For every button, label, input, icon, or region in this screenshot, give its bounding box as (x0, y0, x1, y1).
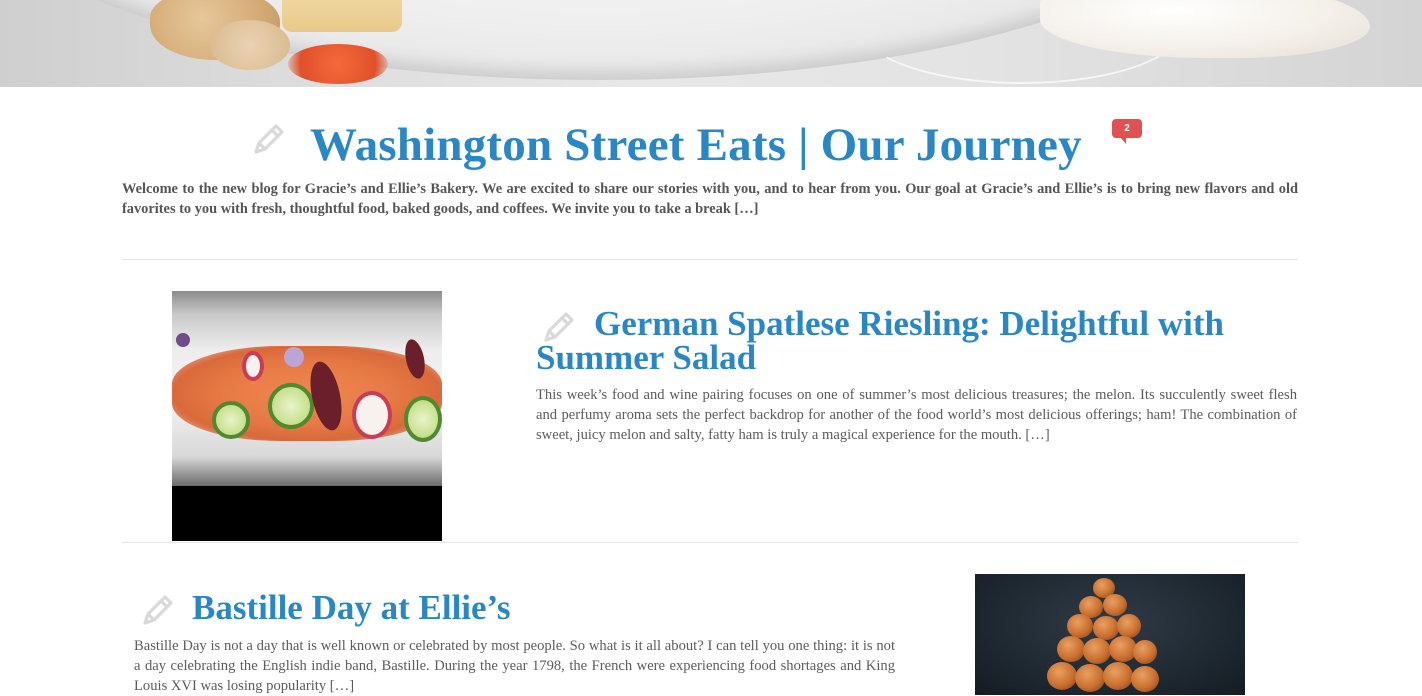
post-excerpt: This week’s food and wine pairing focuse… (536, 387, 1297, 443)
post-excerpt: Welcome to the new blog for Gracie’s and… (122, 181, 1298, 217)
post-thumbnail[interactable] (172, 291, 442, 541)
pencil-icon (143, 595, 173, 625)
post-excerpt: Bastille Day is not a day that is well k… (134, 638, 895, 694)
comment-count-badge[interactable]: 2 (1112, 119, 1142, 144)
hero-banner-image (0, 0, 1422, 87)
post-title[interactable]: Washington Street Eats | Our Journey (310, 118, 1082, 172)
post-title[interactable]: German Spatlese Riesling: Delightful wit… (536, 306, 1296, 375)
pencil-icon (254, 124, 284, 154)
post-divider (122, 259, 1298, 260)
post-title[interactable]: Bastille Day at Ellie’s (192, 588, 511, 628)
post-divider (122, 542, 1298, 543)
post-thumbnail[interactable] (975, 574, 1245, 695)
